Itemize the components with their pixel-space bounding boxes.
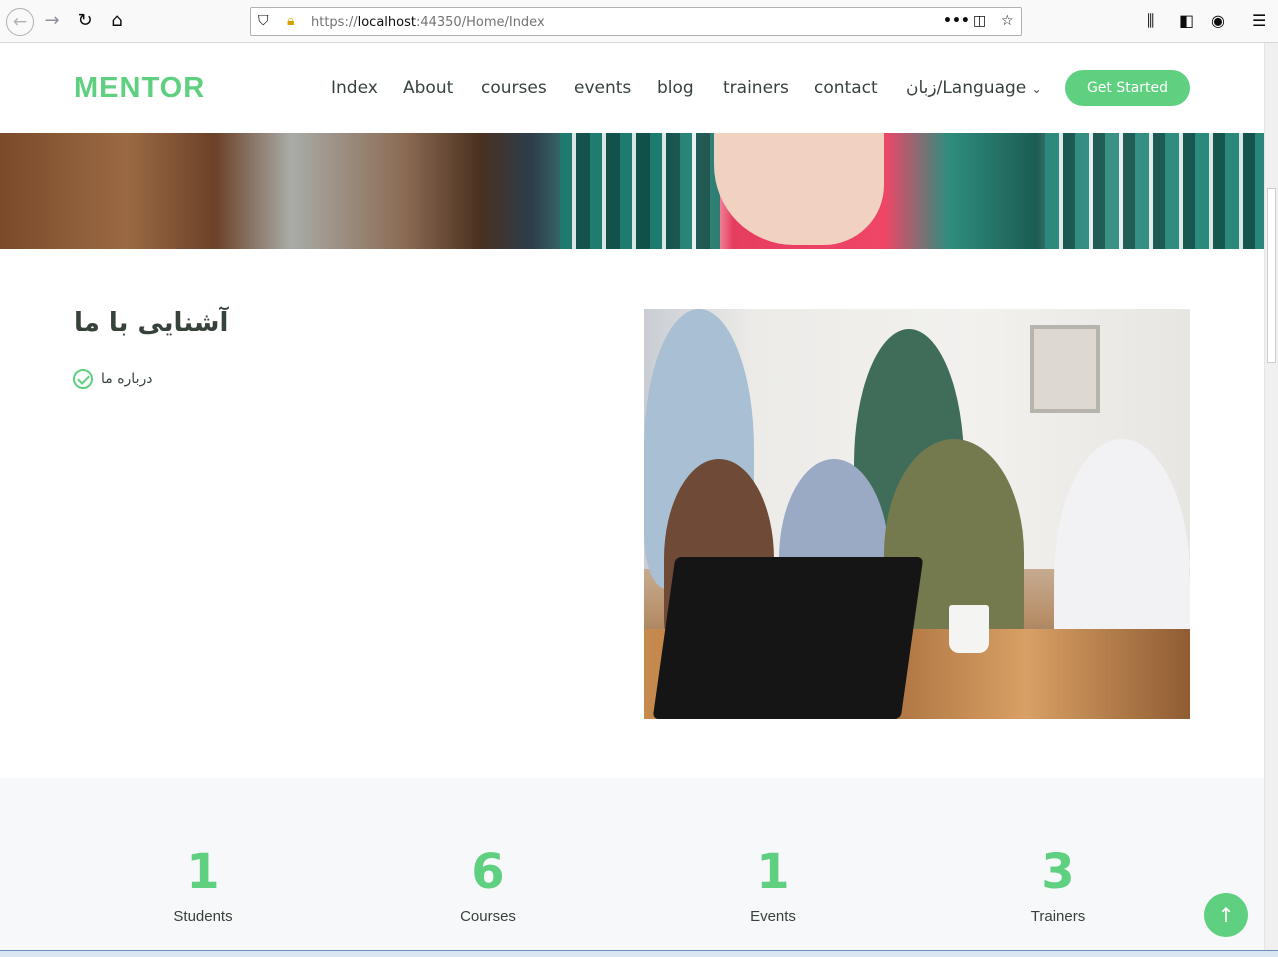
page-actions-icon[interactable]: ••• xyxy=(943,13,970,29)
stat-events-label: Events xyxy=(750,908,796,925)
back-icon[interactable]: ← xyxy=(6,8,34,36)
url-bar[interactable]: ⛉ 🔒︎ https://localhost:44350/Home/Index … xyxy=(250,7,1022,36)
back-to-top-button[interactable]: ↑ xyxy=(1204,893,1248,937)
nav-language-label: زبان/Language xyxy=(906,78,1027,98)
insecure-lock-icon[interactable]: 🔒︎ xyxy=(287,13,294,29)
stat-trainers-label: Trainers xyxy=(1030,908,1086,925)
nav-trainers[interactable]: trainers xyxy=(723,78,789,98)
pocket-icon[interactable]: ◫ xyxy=(973,13,986,29)
library-icon[interactable]: ⫼ xyxy=(1147,11,1154,31)
arrow-up-icon: ↑ xyxy=(1217,903,1235,927)
site-header: MENTOR Index About courses events blog t… xyxy=(0,43,1264,133)
photo-wall-frame xyxy=(1030,325,1100,413)
stat-courses-label: Courses xyxy=(460,908,516,925)
stat-students-label: Students xyxy=(173,908,233,925)
nav-blog[interactable]: blog xyxy=(657,78,694,98)
nav-index[interactable]: Index xyxy=(331,78,378,98)
stat-events-value: 1 xyxy=(756,844,790,900)
hero-hand xyxy=(714,133,884,245)
account-icon[interactable]: ◉ xyxy=(1211,11,1225,30)
reload-icon[interactable]: ↻ xyxy=(73,9,97,33)
hero-image xyxy=(0,133,1264,249)
url-text[interactable]: https://localhost:44350/Home/Index xyxy=(311,15,545,30)
bookmark-star-icon[interactable]: ☆ xyxy=(1001,13,1014,29)
photo-laptop xyxy=(652,557,924,719)
nav-courses[interactable]: courses xyxy=(481,78,547,98)
forward-icon[interactable]: → xyxy=(40,9,64,33)
check-circle-icon xyxy=(73,369,93,389)
scrollbar-thumb[interactable] xyxy=(1267,188,1276,363)
about-photo xyxy=(644,309,1190,719)
sidebar-icon[interactable]: ◧ xyxy=(1179,11,1194,30)
photo-mug xyxy=(949,605,989,653)
stat-students-value: 1 xyxy=(186,844,220,900)
hero-shirt-right xyxy=(1045,133,1264,249)
stats-section: 1 Students 6 Courses 1 Events 3 Trainers xyxy=(0,778,1264,950)
stat-courses-value: 6 xyxy=(471,844,505,900)
home-icon[interactable]: ⌂ xyxy=(105,9,129,33)
get-started-button[interactable]: Get Started xyxy=(1065,70,1190,106)
about-item-text: درباره ما xyxy=(101,371,153,387)
chevron-down-icon: ⌄ xyxy=(1031,82,1042,96)
nav-language-dropdown[interactable]: زبان/Language ⌄ xyxy=(906,78,1042,98)
shield-icon[interactable]: ⛉ xyxy=(258,13,269,29)
page-scrollbar[interactable] xyxy=(1264,43,1278,953)
hero-shirt-left xyxy=(560,133,720,249)
stat-trainers-value: 3 xyxy=(1041,844,1075,900)
nav-about[interactable]: About xyxy=(403,78,453,98)
nav-events[interactable]: events xyxy=(574,78,631,98)
nav-contact[interactable]: contact xyxy=(814,78,878,98)
os-taskbar xyxy=(0,950,1278,957)
about-title: آشنایی با ما xyxy=(74,308,229,338)
logo[interactable]: MENTOR xyxy=(74,72,205,105)
browser-toolbar: ← → ↻ ⌂ ⛉ 🔒︎ https://localhost:44350/Hom… xyxy=(0,0,1278,43)
menu-icon[interactable]: ☰ xyxy=(1252,11,1266,30)
